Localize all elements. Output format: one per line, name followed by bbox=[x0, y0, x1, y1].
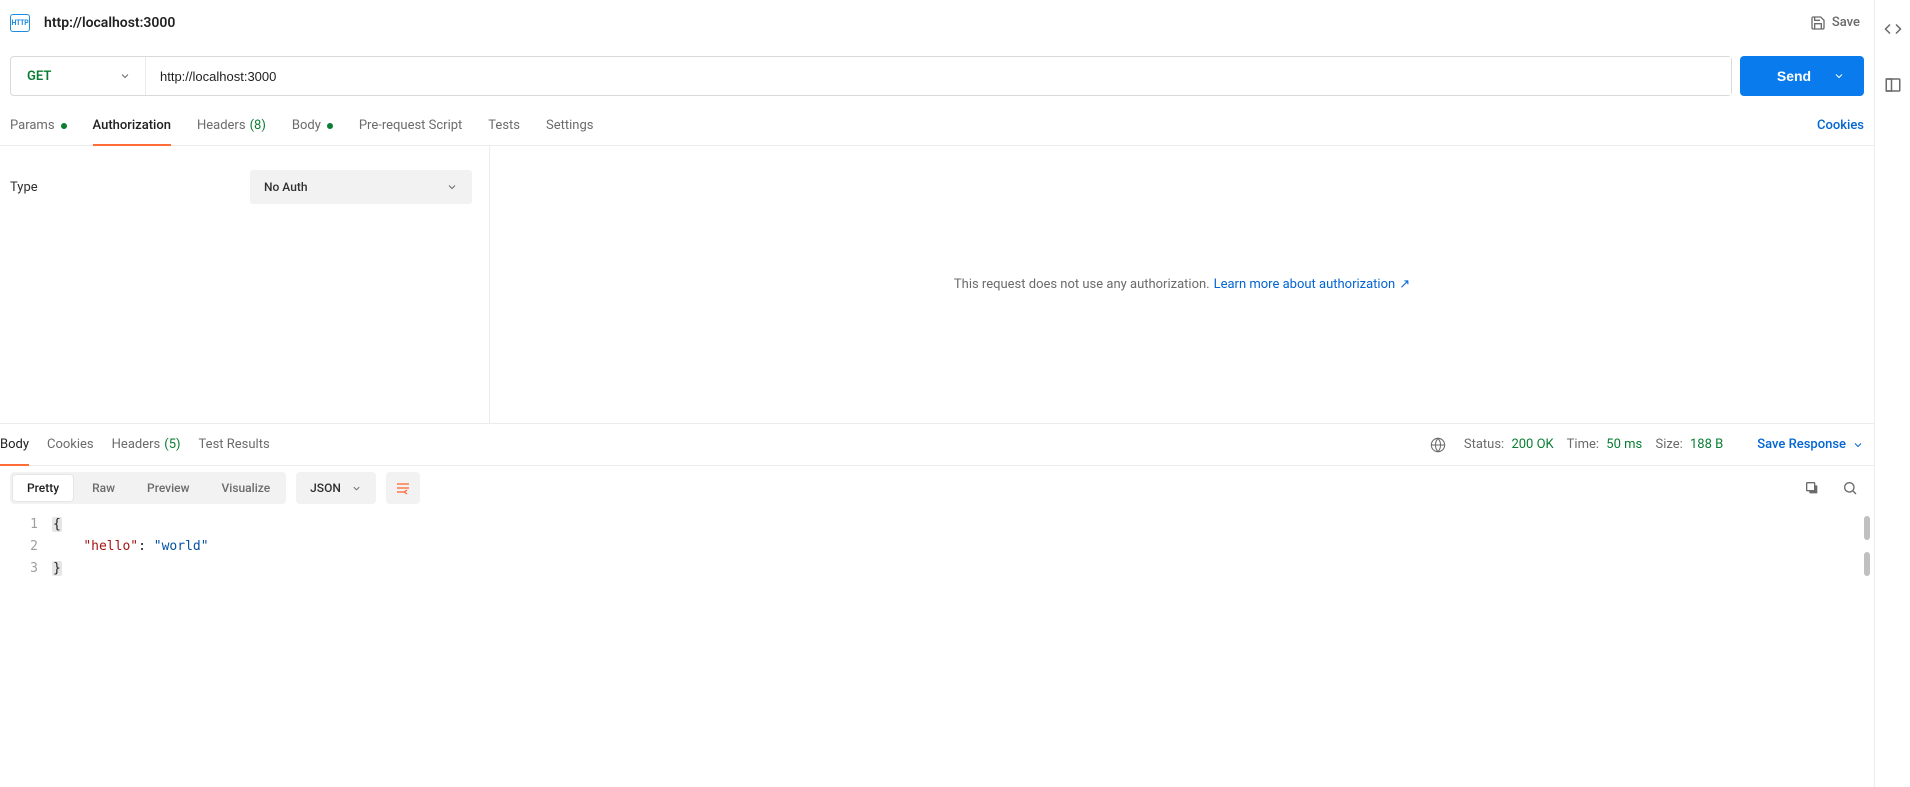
body-format-value: JSON bbox=[310, 481, 341, 495]
wrap-icon bbox=[395, 480, 411, 496]
cookies-link[interactable]: Cookies bbox=[1817, 118, 1864, 133]
request-title: http://localhost:3000 bbox=[44, 15, 175, 31]
response-tab-body[interactable]: Body bbox=[0, 424, 29, 465]
chevron-down-icon bbox=[1833, 70, 1845, 82]
auth-type-select[interactable]: No Auth bbox=[250, 170, 472, 204]
copy-response-button[interactable] bbox=[1798, 476, 1826, 500]
http-method-value: GET bbox=[27, 69, 51, 84]
auth-type-value: No Auth bbox=[264, 180, 308, 194]
save-icon bbox=[1810, 15, 1826, 31]
code-panel-button[interactable] bbox=[1884, 20, 1902, 38]
tab-settings[interactable]: Settings bbox=[546, 106, 593, 145]
code-token: : bbox=[138, 539, 154, 554]
search-response-button[interactable] bbox=[1836, 476, 1864, 500]
response-tab-cookies-label: Cookies bbox=[47, 437, 94, 452]
http-method-select[interactable]: GET bbox=[11, 57, 146, 95]
line-number: 1 bbox=[0, 514, 38, 536]
response-tab-cookies[interactable]: Cookies bbox=[47, 424, 94, 465]
tab-prerequest-label: Pre-request Script bbox=[359, 118, 462, 133]
body-view-mode-group: Pretty Raw Preview Visualize bbox=[10, 472, 286, 504]
scrollbar-thumb[interactable] bbox=[1864, 552, 1870, 576]
tab-headers-count: (8) bbox=[250, 118, 266, 133]
tab-body[interactable]: Body bbox=[292, 106, 333, 145]
save-response-button[interactable]: Save Response bbox=[1757, 437, 1864, 452]
view-pretty[interactable]: Pretty bbox=[12, 474, 74, 502]
response-body-editor[interactable]: 1 2 3 { "hello": "world"} bbox=[0, 510, 1874, 787]
tab-tests[interactable]: Tests bbox=[488, 106, 520, 145]
chevron-down-icon bbox=[351, 483, 362, 494]
chevron-down-icon bbox=[119, 70, 131, 82]
time-label: Time: bbox=[1567, 437, 1599, 452]
code-icon bbox=[1884, 20, 1902, 38]
tab-headers-label: Headers bbox=[197, 118, 246, 133]
tab-settings-label: Settings bbox=[546, 118, 593, 133]
tab-body-label: Body bbox=[292, 118, 321, 133]
copy-icon bbox=[1804, 480, 1820, 496]
save-label: Save bbox=[1832, 15, 1860, 30]
send-label: Send bbox=[1777, 68, 1811, 84]
response-tab-tests[interactable]: Test Results bbox=[199, 424, 270, 465]
response-tab-headers[interactable]: Headers (5) bbox=[112, 424, 181, 465]
external-link-icon: ↗ bbox=[1399, 277, 1410, 292]
dot-indicator-icon bbox=[327, 123, 333, 129]
time-value: 50 ms bbox=[1606, 437, 1642, 452]
line-gutter: 1 2 3 bbox=[0, 510, 50, 787]
line-number: 2 bbox=[0, 536, 38, 558]
http-method-badge-icon: HTTP bbox=[10, 14, 30, 32]
tab-authorization-label: Authorization bbox=[93, 118, 171, 133]
tab-authorization[interactable]: Authorization bbox=[93, 106, 171, 145]
tab-headers[interactable]: Headers (8) bbox=[197, 106, 266, 145]
dot-indicator-icon bbox=[61, 123, 67, 129]
view-visualize[interactable]: Visualize bbox=[206, 472, 287, 504]
code-token: "world" bbox=[154, 539, 209, 554]
auth-learn-more-link[interactable]: Learn more about authorization bbox=[1214, 277, 1396, 292]
wrap-lines-button[interactable] bbox=[386, 472, 420, 504]
scrollbar-thumb[interactable] bbox=[1864, 516, 1870, 540]
tab-tests-label: Tests bbox=[488, 118, 520, 133]
panel-icon bbox=[1884, 76, 1902, 94]
status-value: 200 OK bbox=[1511, 437, 1553, 452]
auth-type-label: Type bbox=[10, 180, 250, 195]
line-number: 3 bbox=[0, 558, 38, 580]
code-token bbox=[52, 539, 83, 554]
save-response-label: Save Response bbox=[1757, 437, 1846, 452]
response-tab-tests-label: Test Results bbox=[199, 437, 270, 452]
send-button[interactable]: Send bbox=[1740, 56, 1864, 96]
code-token: "hello" bbox=[83, 539, 138, 554]
size-value: 188 B bbox=[1690, 437, 1723, 452]
code-content: { "hello": "world"} bbox=[50, 510, 209, 787]
request-url-input[interactable] bbox=[146, 57, 1731, 95]
tab-params-label: Params bbox=[10, 118, 55, 133]
response-tab-body-label: Body bbox=[0, 437, 29, 452]
globe-icon[interactable] bbox=[1430, 437, 1446, 453]
auth-message: This request does not use any authorizat… bbox=[954, 277, 1210, 292]
body-format-select[interactable]: JSON bbox=[296, 472, 376, 504]
search-icon bbox=[1842, 480, 1858, 496]
view-raw[interactable]: Raw bbox=[76, 472, 131, 504]
code-token: } bbox=[52, 561, 62, 576]
save-button[interactable]: Save bbox=[1810, 15, 1860, 31]
chevron-down-icon bbox=[446, 181, 458, 193]
view-preview[interactable]: Preview bbox=[131, 472, 206, 504]
response-tab-headers-count: (5) bbox=[164, 437, 180, 452]
status-label: Status: bbox=[1464, 437, 1504, 452]
code-token: { bbox=[52, 517, 62, 532]
tab-prerequest[interactable]: Pre-request Script bbox=[359, 106, 462, 145]
tab-params[interactable]: Params bbox=[10, 106, 67, 145]
response-tab-headers-label: Headers bbox=[112, 437, 161, 452]
chevron-down-icon bbox=[1852, 439, 1864, 451]
sidebar-panel-button[interactable] bbox=[1884, 76, 1902, 94]
size-label: Size: bbox=[1655, 437, 1682, 452]
